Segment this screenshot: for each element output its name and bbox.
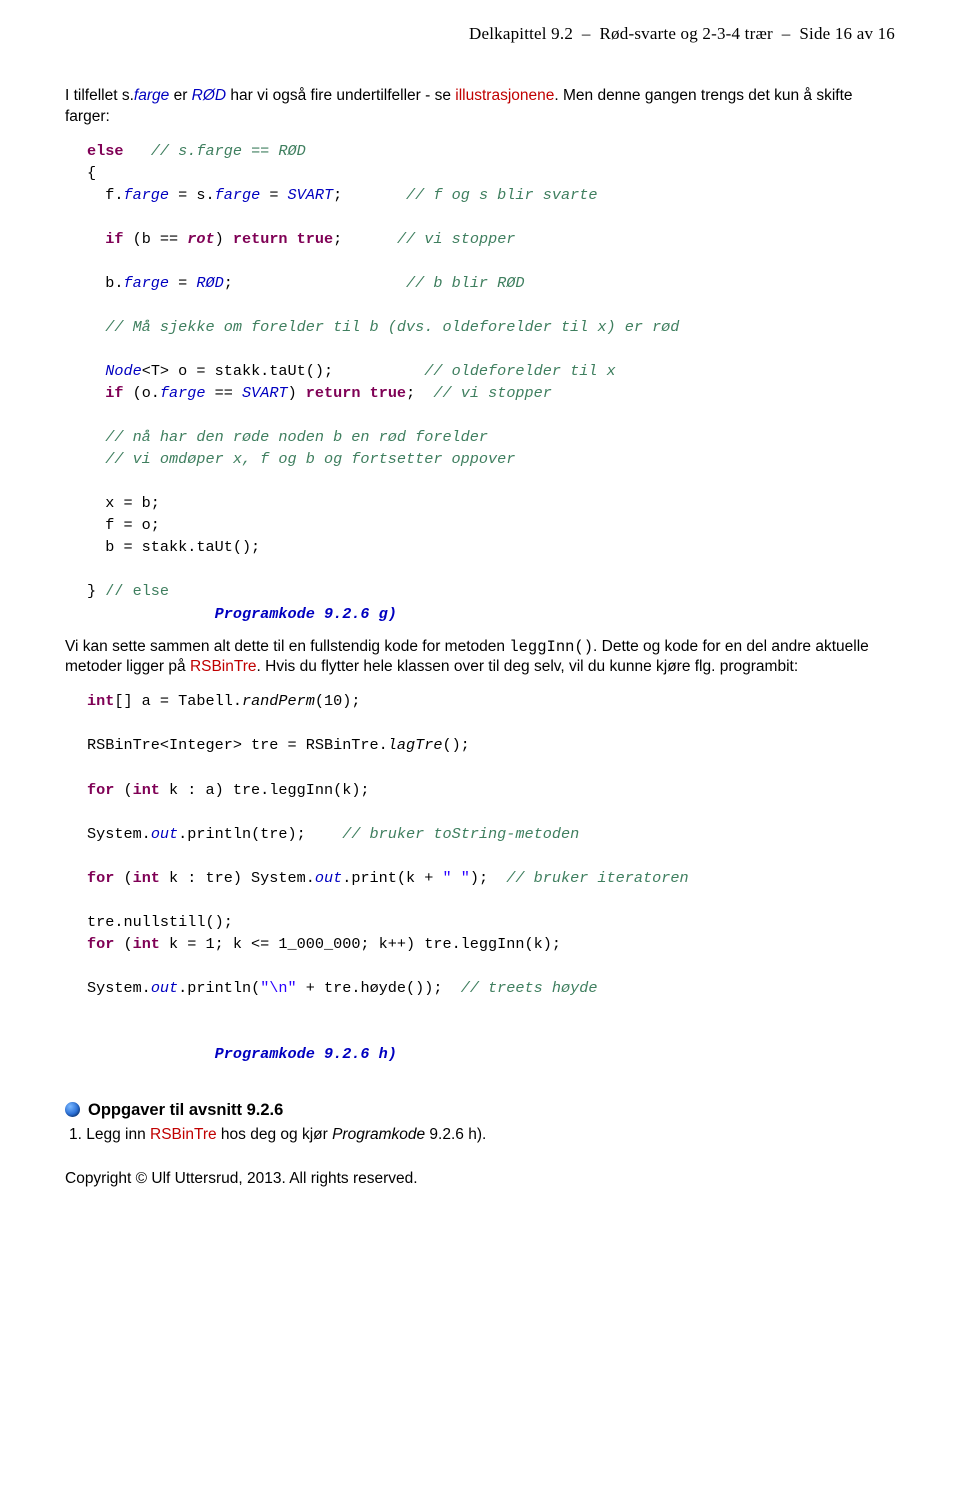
page-header: Delkapittel 9.2 – Rød-svarte og 2-3-4 tr… <box>65 24 895 44</box>
code-caption-1: Programkode 9.2.6 g) <box>215 605 397 623</box>
page-number: Side 16 av 16 <box>799 24 895 43</box>
chapter-label: Delkapittel 9.2 <box>469 24 573 43</box>
tasks-heading-row: Oppgaver til avsnitt 9.2.6 <box>65 1101 895 1120</box>
copyright: Copyright © Ulf Uttersrud, 2013. All rig… <box>65 1170 895 1188</box>
illustrations-link[interactable]: illustrasjonene <box>455 87 554 104</box>
intro-paragraph: I tilfellet s.farge er RØD har vi også f… <box>65 86 895 128</box>
mid-paragraph: Vi kan sette sammen alt dette til en ful… <box>65 637 895 679</box>
task-rsbintre-link[interactable]: RSBinTre <box>150 1126 217 1143</box>
chapter-title: Rød-svarte og 2-3-4 trær <box>600 24 773 43</box>
code-block-2: int[] a = Tabell.randPerm(10); RSBinTre<… <box>87 690 895 1065</box>
task-1: 1. Legg inn RSBinTre hos deg og kjør Pro… <box>69 1126 895 1144</box>
tasks-heading: Oppgaver til avsnitt 9.2.6 <box>88 1101 283 1119</box>
document-page: Delkapittel 9.2 – Rød-svarte og 2-3-4 tr… <box>0 0 960 1218</box>
rsbintre-link[interactable]: RSBinTre <box>190 658 257 675</box>
bullet-icon <box>65 1102 80 1117</box>
code-caption-2: Programkode 9.2.6 h) <box>215 1045 397 1063</box>
code-block-1: else // s.farge == RØD { f.farge = s.far… <box>87 140 895 625</box>
